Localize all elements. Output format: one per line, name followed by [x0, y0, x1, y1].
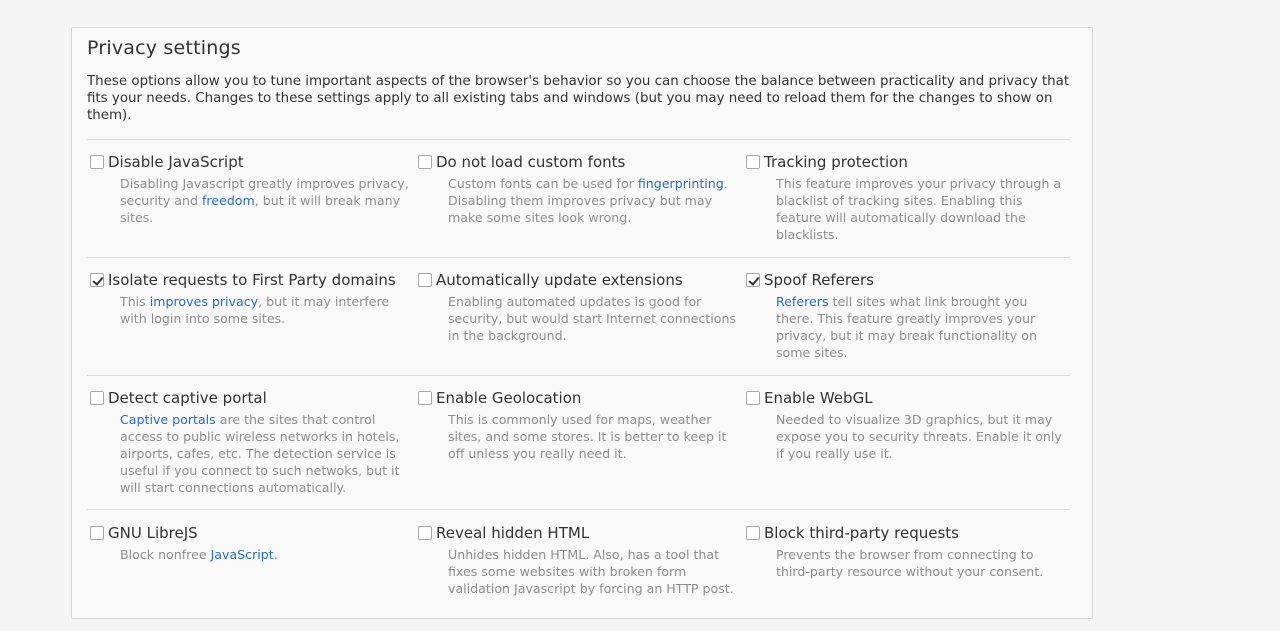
option-description: Prevents the browser from connecting to … [776, 547, 1044, 579]
option-reveal-hidden-html: Reveal hidden HTML Unhides hidden HTML. … [418, 524, 738, 598]
option-label[interactable]: Enable Geolocation [436, 389, 581, 407]
option-label[interactable]: Enable WebGL [764, 389, 873, 407]
option-label[interactable]: Automatically update extensions [436, 271, 683, 289]
option-block-third-party: Block third-party requests Prevents the … [746, 524, 1066, 581]
option-geolocation: Enable Geolocation This is commonly used… [418, 389, 738, 463]
divider [87, 257, 1070, 258]
option-description: This feature improves your privacy throu… [776, 176, 1062, 242]
option-label[interactable]: Disable JavaScript [108, 153, 244, 171]
option-label[interactable]: Reveal hidden HTML [436, 524, 589, 542]
option-description: Captive portals are the sites that contr… [120, 412, 400, 495]
option-label[interactable]: GNU LibreJS [108, 524, 198, 542]
captive-portal-checkbox[interactable] [90, 391, 104, 405]
option-description: Unhides hidden HTML. Also, has a tool th… [448, 547, 734, 596]
divider [87, 509, 1070, 510]
option-description: This improves privacy, but it may interf… [120, 294, 390, 326]
option-description: Referers tell sites what link brought yo… [776, 294, 1037, 360]
privacy-settings-panel: Privacy settings These options allow you… [71, 27, 1093, 619]
option-label[interactable]: Block third-party requests [764, 524, 959, 542]
option-description: This is commonly used for maps, weather … [448, 412, 727, 461]
option-description: Needed to visualize 3D graphics, but it … [776, 412, 1062, 461]
fingerprinting-link[interactable]: fingerprinting [638, 176, 724, 191]
auto-update-extensions-checkbox[interactable] [418, 273, 432, 287]
option-description: Custom fonts can be used for fingerprint… [448, 176, 728, 225]
option-gnu-librejs: GNU LibreJS Block nonfree JavaScript. [90, 524, 410, 564]
option-description: Block nonfree JavaScript. [120, 547, 278, 562]
option-label[interactable]: Detect captive portal [108, 389, 267, 407]
isolate-first-party-checkbox[interactable] [90, 273, 104, 287]
block-third-party-checkbox[interactable] [746, 526, 760, 540]
improves-privacy-link[interactable]: improves privacy [150, 294, 258, 309]
freedom-link[interactable]: freedom [202, 193, 255, 208]
option-auto-update-extensions: Automatically update extensions Enabling… [418, 271, 738, 345]
gnu-librejs-checkbox[interactable] [90, 526, 104, 540]
page-title: Privacy settings [87, 37, 241, 59]
divider [87, 139, 1070, 140]
reveal-hidden-html-checkbox[interactable] [418, 526, 432, 540]
option-description: Disabling Javascript greatly improves pr… [120, 176, 409, 225]
javascript-link[interactable]: JavaScript [211, 547, 274, 562]
option-label[interactable]: Do not load custom fonts [436, 153, 625, 171]
referers-link[interactable]: Referers [776, 294, 829, 309]
option-isolate-first-party: Isolate requests to First Party domains … [90, 271, 410, 328]
option-disable-javascript: Disable JavaScript Disabling Javascript … [90, 153, 410, 227]
spoof-referers-checkbox[interactable] [746, 273, 760, 287]
divider [87, 375, 1070, 376]
captive-portals-link[interactable]: Captive portals [120, 412, 216, 427]
option-description: Enabling automated updates is good for s… [448, 294, 736, 343]
intro-text: These options allow you to tune importan… [87, 74, 1070, 123]
no-custom-fonts-checkbox[interactable] [418, 155, 432, 169]
option-tracking-protection: Tracking protection This feature improve… [746, 153, 1066, 244]
geolocation-checkbox[interactable] [418, 391, 432, 405]
option-webgl: Enable WebGL Needed to visualize 3D grap… [746, 389, 1066, 463]
option-spoof-referers: Spoof Referers Referers tell sites what … [746, 271, 1066, 362]
option-label[interactable]: Spoof Referers [764, 271, 874, 289]
option-label[interactable]: Tracking protection [764, 153, 908, 171]
webgl-checkbox[interactable] [746, 391, 760, 405]
tracking-protection-checkbox[interactable] [746, 155, 760, 169]
option-no-custom-fonts: Do not load custom fonts Custom fonts ca… [418, 153, 738, 227]
disable-javascript-checkbox[interactable] [90, 155, 104, 169]
option-captive-portal: Detect captive portal Captive portals ar… [90, 389, 410, 497]
option-label[interactable]: Isolate requests to First Party domains [108, 271, 396, 289]
